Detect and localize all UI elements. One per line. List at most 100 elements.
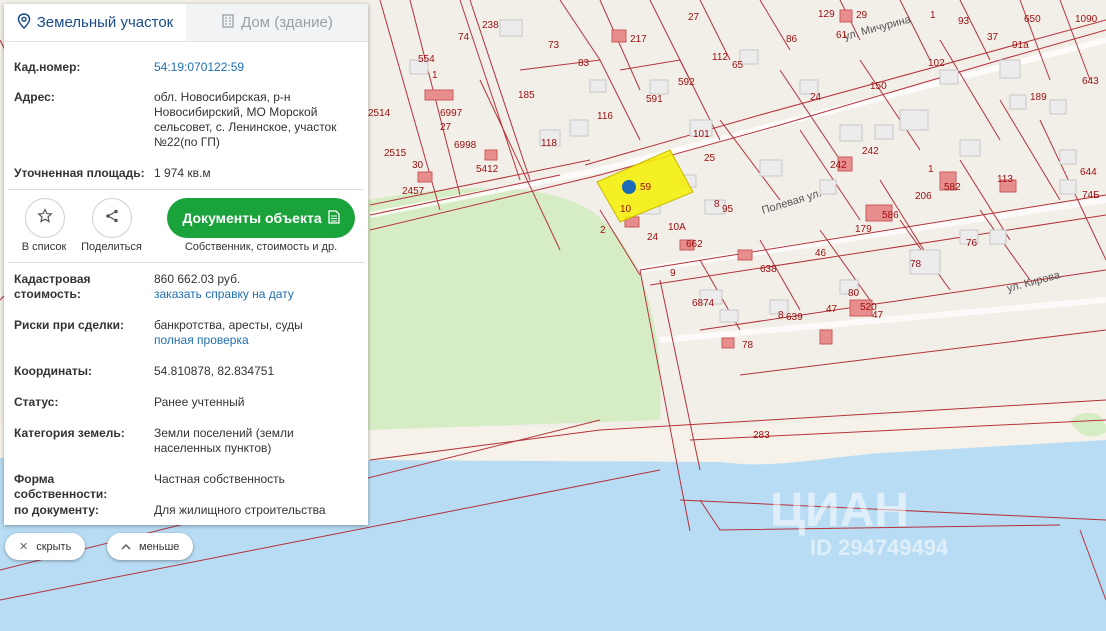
parcel-label: 78	[910, 259, 922, 270]
parcel-label: 582	[944, 182, 961, 193]
parcel-label: 10	[620, 204, 632, 215]
parcel-label: 27	[688, 12, 700, 23]
status-label: Статус:	[14, 395, 59, 409]
parcel-label: 643	[1082, 76, 1099, 87]
parcel-label: 150	[870, 81, 887, 92]
chevron-up-icon	[121, 541, 131, 553]
parcel-label: 129	[818, 9, 835, 20]
address-label: Адрес:	[14, 90, 55, 104]
parcel-label: 61	[836, 30, 848, 41]
map-pin-icon	[17, 12, 31, 33]
building-icon	[221, 13, 235, 32]
parcel-label: 101	[693, 129, 710, 140]
parcel-label: 46	[815, 248, 827, 259]
parcel-label: 1090	[1075, 14, 1098, 25]
parcel-label: 238	[482, 20, 499, 31]
parcel-label: 592	[678, 77, 695, 88]
parcel-label: 74Б	[1082, 190, 1100, 201]
parcel-label: 6997	[440, 108, 463, 119]
parcel-label: 118	[541, 138, 557, 149]
parcel-label: 8	[778, 310, 784, 321]
parcel-label: 644	[1080, 167, 1097, 178]
cad-number-link[interactable]: 54:19:070122:59	[154, 60, 244, 74]
add-to-list-button[interactable]	[25, 198, 65, 238]
parcel-label: 5412	[476, 164, 499, 175]
parcel-label: 37	[987, 32, 999, 43]
coordinates-label: Координаты:	[14, 364, 93, 378]
object-documents-button[interactable]: Документы объекта	[167, 198, 355, 238]
document-icon	[327, 209, 340, 227]
object-info-panel: Земельный участок Дом (здание) Кад.номер…	[4, 4, 368, 525]
parcel-label: 83	[578, 58, 590, 69]
parcel-label: 1	[928, 164, 934, 175]
parcel-label: 2457	[402, 186, 425, 197]
parcel-label: 116	[597, 111, 613, 122]
ownership-value: Частная собственность	[154, 472, 285, 486]
parcel-label: 95	[722, 204, 734, 215]
risks-label: Риски при сделки:	[14, 318, 125, 332]
land-category-label: Категория земель:	[14, 426, 125, 440]
parcel-label: 93	[958, 16, 970, 27]
share-button[interactable]	[92, 198, 132, 238]
parcel-label: 650	[1024, 14, 1041, 25]
tab-building[interactable]: Дом (здание)	[186, 4, 368, 41]
permitted-use-value: Для жилищного строительства	[154, 503, 326, 517]
collapse-button[interactable]: меньше	[107, 533, 194, 560]
parcel-label: 27	[440, 122, 452, 133]
order-certificate-link[interactable]: заказать справку на дату	[154, 287, 354, 302]
parcel-label: 189	[1030, 92, 1047, 103]
cadastral-cost-value: 860 662.03 руб.	[154, 272, 241, 286]
parcel-label: 2514	[368, 108, 391, 119]
add-to-list-label: В список	[21, 241, 67, 253]
parcel-label: 206	[915, 191, 932, 202]
parcel-label: 2	[600, 225, 606, 236]
selected-parcel-number: 59	[640, 182, 652, 193]
parcel-label: 217	[630, 34, 647, 45]
star-icon	[37, 207, 53, 229]
parcel-label: 73	[548, 40, 560, 51]
parcel-label: 10А	[668, 222, 686, 233]
parcel-label: 185	[518, 90, 535, 101]
parcel-label: 47	[826, 304, 838, 315]
share-label: Поделиться	[81, 241, 142, 253]
parcel-label: 554	[418, 54, 435, 65]
parcel-label: 112	[712, 52, 728, 63]
parcel-label: 91а	[1012, 40, 1029, 51]
close-icon: ✕	[19, 541, 29, 553]
parcel-label: 113	[997, 174, 1013, 185]
parcel-label: 65	[732, 60, 744, 71]
parcel-label: 2515	[384, 148, 407, 159]
full-check-link[interactable]: полная проверка	[154, 333, 354, 348]
hide-button[interactable]: ✕ скрыть	[5, 533, 86, 560]
address-value: обл. Новосибирская, р-н Новосибирский, М…	[154, 90, 337, 149]
cadastral-cost-label: Кадастровая стоимость:	[14, 272, 91, 301]
parcel-label: 586	[882, 210, 899, 221]
parcel-label: 76	[966, 238, 978, 249]
parcel-label: 80	[848, 288, 860, 299]
risks-value: банкротства, аресты, суды	[154, 318, 303, 332]
parcel-label: 9	[670, 268, 676, 279]
parcel-label: 1	[930, 10, 936, 21]
parcel-label: 662	[686, 239, 703, 250]
share-icon	[104, 208, 120, 229]
watermark-id: ID 294749494	[810, 535, 949, 560]
tab-land-plot[interactable]: Земельный участок	[4, 4, 186, 41]
docs-button-label: Документы объекта	[182, 210, 322, 226]
tab-land-plot-label: Земельный участок	[36, 14, 174, 31]
parcel-label: 8	[714, 199, 720, 210]
permitted-use-label: по документу:	[14, 503, 99, 517]
parcel-label: 242	[862, 146, 879, 157]
location-pin[interactable]	[622, 180, 636, 194]
parcel-label: 1	[432, 70, 438, 81]
tab-building-label: Дом (здание)	[241, 14, 333, 31]
coordinates-value: 54.810878, 82.834751	[154, 364, 275, 378]
docs-caption: Собственник, стоимость и др.	[184, 241, 338, 253]
parcel-label: 74	[458, 32, 470, 43]
area-label: Уточненная площадь:	[14, 166, 145, 180]
parcel-label: 29	[856, 10, 868, 21]
land-category-value: Земли поселений (земли населенных пункто…	[154, 426, 294, 455]
parcel-label: 24	[810, 92, 822, 103]
divider	[8, 262, 364, 263]
parcel-label: 86	[786, 34, 798, 45]
parcel-label: 47	[872, 310, 884, 321]
